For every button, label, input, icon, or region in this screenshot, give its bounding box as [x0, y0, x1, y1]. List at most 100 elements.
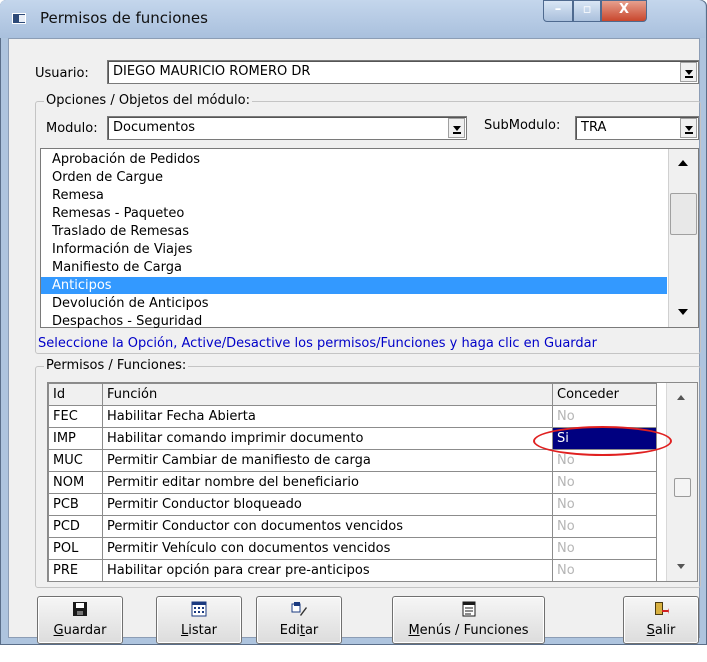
- cell-id: FEC: [48, 405, 103, 428]
- minimize-button[interactable]: –: [543, 0, 573, 22]
- menus-caption: Menús / Funciones: [393, 623, 544, 638]
- permisos-group-title: Permisos / Funciones:: [44, 358, 189, 373]
- annotation-ellipse: [533, 426, 672, 456]
- cell-funcion: Habilitar Fecha Abierta: [102, 405, 553, 428]
- edit-pencil-icon: [291, 602, 307, 616]
- maximize-icon: ▫: [582, 2, 592, 17]
- list-item[interactable]: Remesas - Paqueteo: [41, 205, 667, 222]
- scroll-down-button[interactable]: [670, 299, 697, 326]
- grid-scrollbar[interactable]: [666, 383, 697, 581]
- table-row[interactable]: PCB Permitir Conductor bloqueado No: [48, 493, 657, 516]
- cell-conceder[interactable]: No: [552, 515, 657, 538]
- opciones-group-title: Opciones / Objetos del módulo:: [44, 93, 252, 108]
- cell-id: PRE: [48, 559, 103, 581]
- table-row[interactable]: FEC Habilitar Fecha Abierta No: [48, 405, 657, 428]
- usuario-value: DIEGO MAURICIO ROMERO DR: [113, 64, 311, 79]
- cell-id: IMP: [48, 427, 103, 450]
- editar-caption: Editar: [257, 623, 341, 638]
- list-scrollbar[interactable]: [668, 149, 698, 327]
- cell-funcion: Permitir Vehículo con documentos vencido…: [102, 537, 553, 560]
- instruction-hint: Seleccione la Opción, Active/Desactive l…: [38, 336, 597, 351]
- usuario-label: Usuario:: [35, 66, 89, 81]
- cell-conceder[interactable]: No: [552, 537, 657, 560]
- close-button[interactable]: X: [601, 0, 647, 22]
- list-item[interactable]: Devolución de Anticipos: [41, 295, 667, 312]
- cell-id: NOM: [48, 471, 103, 494]
- dropdown-underline: [685, 132, 693, 134]
- cell-funcion: Habilitar opción para crear pre-anticipo…: [102, 559, 553, 581]
- close-icon: X: [618, 2, 630, 17]
- cell-funcion: Permitir Conductor con documentos vencid…: [102, 515, 553, 538]
- guardar-caption: Guardar: [38, 623, 122, 638]
- arrow-up-icon[interactable]: [677, 395, 685, 400]
- editar-button[interactable]: Editar: [256, 596, 342, 644]
- document-menu-icon: [462, 601, 475, 617]
- listar-caption: Listar: [157, 623, 241, 638]
- dropdown-underline: [685, 76, 693, 78]
- header-conceder[interactable]: Conceder: [552, 383, 657, 406]
- listar-label: istar: [188, 623, 218, 638]
- salir-label: alir: [654, 623, 676, 638]
- scroll-up-button[interactable]: [670, 150, 697, 177]
- grid-header-row: Id Función Conceder: [48, 383, 657, 406]
- listar-button[interactable]: Listar: [156, 596, 242, 644]
- guardar-label: uardar: [63, 623, 107, 638]
- cell-conceder[interactable]: No: [552, 405, 657, 428]
- dropdown-underline: [453, 132, 461, 134]
- submodulo-dropdown-button[interactable]: [680, 118, 697, 138]
- salir-button[interactable]: Salir: [623, 596, 699, 644]
- editar-label: ar: [304, 623, 319, 638]
- list-item[interactable]: Aprobación de Pedidos: [41, 151, 667, 168]
- list-item[interactable]: Información de Viajes: [41, 241, 667, 258]
- guardar-button[interactable]: Guardar: [37, 596, 123, 644]
- submodulo-value: TRA: [581, 120, 607, 135]
- maximize-button[interactable]: ▫: [573, 0, 601, 22]
- title-bar[interactable]: Permisos de funciones – ▫ X: [0, 0, 705, 38]
- header-id[interactable]: Id: [48, 383, 103, 406]
- modulo-combo[interactable]: Documentos: [107, 116, 467, 140]
- submodulo-combo[interactable]: TRA: [575, 116, 699, 140]
- list-item[interactable]: Remesa: [41, 187, 667, 204]
- module-options-list[interactable]: Aprobación de Pedidos Orden de Cargue Reme…: [40, 148, 699, 330]
- salir-caption: Salir: [624, 623, 698, 638]
- permissions-grid[interactable]: Id Función Conceder FEC Habilitar Fecha A…: [47, 382, 698, 582]
- editar-label-pre: Edi: [279, 623, 300, 638]
- cell-funcion: Permitir Conductor bloqueado: [102, 493, 553, 516]
- cell-funcion: Permitir editar nombre del beneficiario: [102, 471, 553, 494]
- cell-conceder[interactable]: No: [552, 471, 657, 494]
- cell-conceder[interactable]: No: [552, 493, 657, 516]
- table-row[interactable]: PCD Permitir Conductor con documentos ven…: [48, 515, 657, 538]
- usuario-combo[interactable]: DIEGO MAURICIO ROMERO DR: [107, 60, 699, 84]
- arrow-up-icon: [678, 160, 688, 166]
- cell-funcion: Habilitar comando imprimir documento: [102, 427, 553, 450]
- table-row[interactable]: NOM Permitir editar nombre del beneficiar…: [48, 471, 657, 494]
- header-funcion[interactable]: Función: [102, 383, 553, 406]
- list-item[interactable]: Traslado de Remesas: [41, 223, 667, 240]
- floppy-disk-icon: [73, 602, 87, 616]
- window-title: Permisos de funciones: [40, 9, 208, 27]
- list-item[interactable]: Despachos - Seguridad: [41, 313, 667, 330]
- arrow-down-icon[interactable]: [677, 564, 685, 569]
- menus-funciones-button[interactable]: Menús / Funciones: [392, 596, 545, 644]
- chevron-down-icon: [685, 126, 693, 131]
- list-item[interactable]: Manifiesto de Carga: [41, 259, 667, 276]
- grid-scroll-thumb[interactable]: [674, 478, 691, 497]
- modulo-dropdown-button[interactable]: [448, 118, 465, 138]
- cell-id: MUC: [48, 449, 103, 472]
- cell-id: PCD: [48, 515, 103, 538]
- list-item[interactable]: Anticipos: [41, 277, 667, 294]
- menus-label: enús / Funciones: [419, 623, 529, 638]
- guardar-hotkey: G: [53, 623, 64, 638]
- menus-hotkey: M: [408, 623, 420, 638]
- salir-hotkey: S: [646, 623, 655, 638]
- permissions-table: Id Función Conceder FEC Habilitar Fecha A…: [48, 383, 657, 581]
- scroll-thumb[interactable]: [670, 193, 697, 235]
- cell-id: POL: [48, 537, 103, 560]
- table-row[interactable]: POL Permitir Vehículo con documentos venc…: [48, 537, 657, 560]
- cell-conceder[interactable]: No: [552, 559, 657, 581]
- table-row[interactable]: PRE Habilitar opción para crear pre-antic…: [48, 559, 657, 581]
- calendar-list-icon: [191, 601, 207, 617]
- usuario-dropdown-button[interactable]: [680, 62, 697, 82]
- list-item[interactable]: Orden de Cargue: [41, 169, 667, 186]
- minimize-icon: –: [554, 2, 562, 17]
